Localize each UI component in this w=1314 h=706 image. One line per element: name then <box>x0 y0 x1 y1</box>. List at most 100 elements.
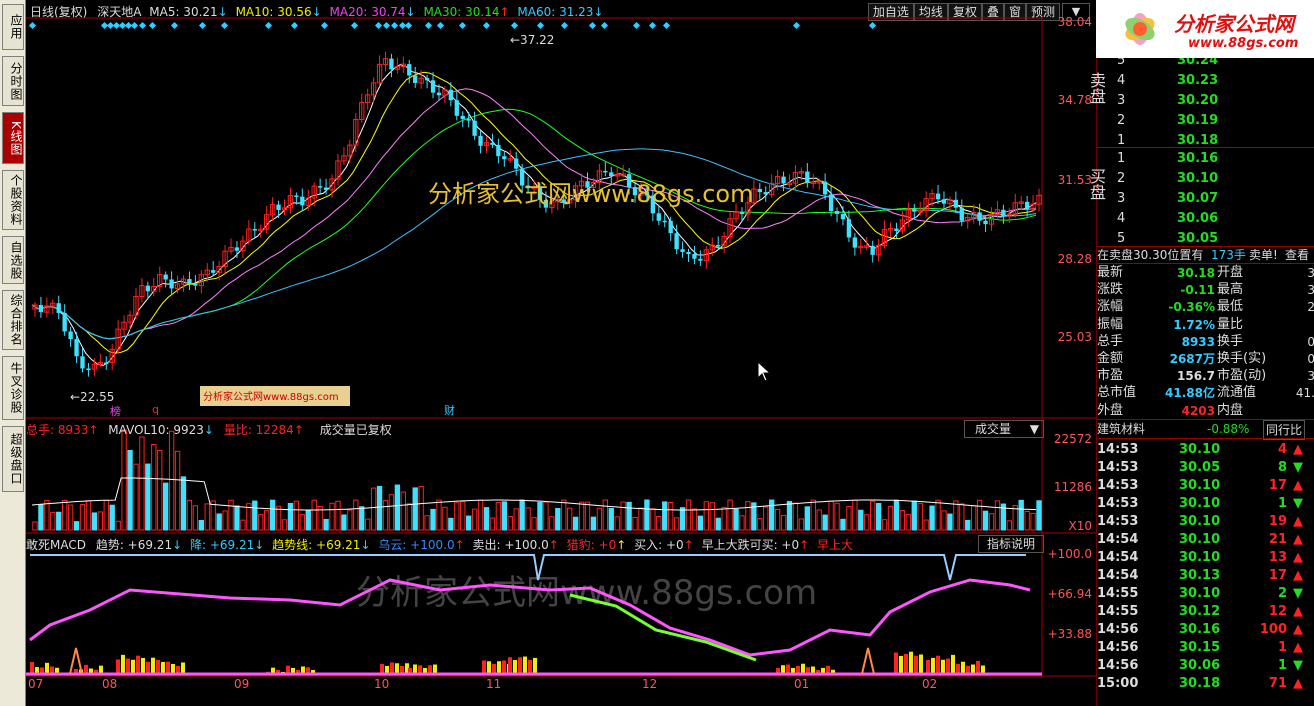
buy-price: 30.06 <box>1177 211 1219 226</box>
tick-volume: 4 <box>1277 442 1287 457</box>
volume-bar <box>976 499 983 531</box>
macd-bar <box>116 659 120 674</box>
volume-bar <box>965 519 971 531</box>
down-arrow-icon: ↓ <box>172 538 183 552</box>
candle-body <box>472 120 477 136</box>
flower-logo-icon <box>1125 13 1155 45</box>
volume-bar <box>359 506 365 531</box>
tick-volume: 19 <box>1268 514 1287 529</box>
left-tab-6[interactable]: 牛叉诊股 <box>2 356 24 420</box>
volume-bar <box>668 502 674 531</box>
volume-bar <box>923 519 929 531</box>
volume-bar <box>982 510 989 531</box>
tick-volume: 2 <box>1277 586 1287 601</box>
macd-bar <box>894 652 898 674</box>
macd-axis-label: +33.88 <box>1047 627 1092 641</box>
order-notice[interactable]: 在卖盘30.30位置有 173手 卖单! 查看 <box>1097 246 1314 264</box>
left-tab-1[interactable]: 分时图 <box>2 56 24 106</box>
tick-row: 14:56 30.16 100 ▲ <box>1097 621 1314 639</box>
signal-diamond <box>404 21 413 30</box>
tick-price: 30.06 <box>1179 658 1221 673</box>
signal-diamond <box>424 21 433 30</box>
left-tab-2[interactable]: K线图 <box>2 112 24 164</box>
volume-bar <box>644 499 650 531</box>
macd-bar <box>380 663 384 674</box>
volume-bar <box>323 518 329 531</box>
volume-bar <box>846 506 852 531</box>
candle-body <box>716 245 721 247</box>
volume-bar <box>448 517 454 531</box>
tick-volume: 17 <box>1268 568 1287 583</box>
volume-bar <box>269 499 276 531</box>
tick-row: 14:54 30.13 17 ▲ <box>1097 567 1314 585</box>
macd-trend: 趋势: +69.21 <box>95 538 173 552</box>
tick-volume: 100 <box>1259 622 1287 637</box>
signal-diamond <box>170 21 179 30</box>
volume-bar <box>311 499 317 531</box>
macd-dip: 早上大跌可买: +0 <box>701 538 800 552</box>
candle-body <box>959 207 964 221</box>
left-tab-bar: 应用分时图 K线图个股资料自选股综合排名牛叉诊股超级盘口 <box>0 0 26 706</box>
site-logo: 分析家公式网 www.88gs.com <box>1096 0 1314 58</box>
macd-bar <box>126 658 130 674</box>
tick-price: 30.13 <box>1179 568 1221 583</box>
volume-bar <box>264 510 270 531</box>
indicator-help-button[interactable]: 指标说明 <box>978 535 1044 553</box>
tick-time: 14:53 <box>1097 514 1139 529</box>
macd-bar <box>502 660 506 674</box>
volume-bar <box>430 508 436 531</box>
macd-bar <box>141 660 145 674</box>
tick-volume: 1 <box>1277 640 1287 655</box>
high-price-label: ←37.22 <box>510 33 554 47</box>
tick-row: 14:54 30.10 13 ▲ <box>1097 549 1314 567</box>
macd-bar <box>395 663 399 674</box>
volume-bar <box>947 513 953 531</box>
volume-bar <box>329 502 335 531</box>
candle-body <box>234 247 240 251</box>
sell-level: 3 <box>1117 93 1126 108</box>
sector-row[interactable]: 建筑材料 -0.88% 同行比 <box>1097 420 1314 440</box>
left-tab-3[interactable]: 个股资料 <box>2 170 24 230</box>
notice-link[interactable]: 查看 <box>1285 246 1309 264</box>
left-tab-0[interactable]: 应用 <box>2 4 24 50</box>
macd-bar <box>181 662 185 674</box>
volume-bar <box>32 521 38 531</box>
left-tab-4[interactable]: 自选股 <box>2 236 24 284</box>
indicator-select[interactable]: 成交量 ▼ <box>964 420 1044 438</box>
candlestick-chart[interactable]: ←37.22←22.55榜 q 财分析家公式网www.88gs.com分析家公式网w… <box>26 0 1096 706</box>
candle-body <box>300 196 305 206</box>
volume-bar <box>388 494 395 531</box>
quote-row: 总手 8933 换手 0 <box>1097 333 1314 351</box>
quote-value2: 3 <box>1307 283 1314 298</box>
macd-bar <box>131 659 135 674</box>
volume-bar <box>50 512 56 531</box>
volume-bar <box>721 506 727 531</box>
macd-bar <box>961 661 965 674</box>
volume-bar <box>638 507 644 531</box>
volume-bar <box>971 505 977 531</box>
macd-bar <box>151 657 155 674</box>
volume-bar <box>471 508 478 531</box>
macd-bar <box>45 662 49 674</box>
volume-bar <box>590 516 597 531</box>
macd-bar <box>936 655 940 674</box>
volume-bar <box>626 501 632 531</box>
volume-bar <box>483 507 490 531</box>
left-tab-5[interactable]: 综合排名 <box>2 290 24 350</box>
macd-cloud: 乌云: +100.0 <box>378 538 455 552</box>
volume-bar <box>870 500 876 531</box>
tick-price: 30.10 <box>1179 496 1221 511</box>
ma30-line <box>31 108 1037 340</box>
down-arrow-icon: ↓ <box>203 423 214 437</box>
chart-area[interactable]: 日线(复权) 深天地A MA5: 30.21↓ MA10: 30.56↓ MA2… <box>26 0 1096 706</box>
candle-body <box>38 305 44 313</box>
quote-value: 156.7 <box>1177 369 1215 384</box>
tick-time: 14:55 <box>1097 586 1139 601</box>
quote-row: 最新 30.18 开盘 3 <box>1097 264 1314 282</box>
volume-bar <box>507 515 513 531</box>
left-tab-7[interactable]: 超级盘口 <box>2 426 24 492</box>
candle-body <box>514 158 519 169</box>
quote-key2: 内盘 <box>1217 402 1244 418</box>
macd-bar <box>956 663 960 674</box>
peer-compare-tab[interactable]: 同行比 <box>1263 420 1306 440</box>
